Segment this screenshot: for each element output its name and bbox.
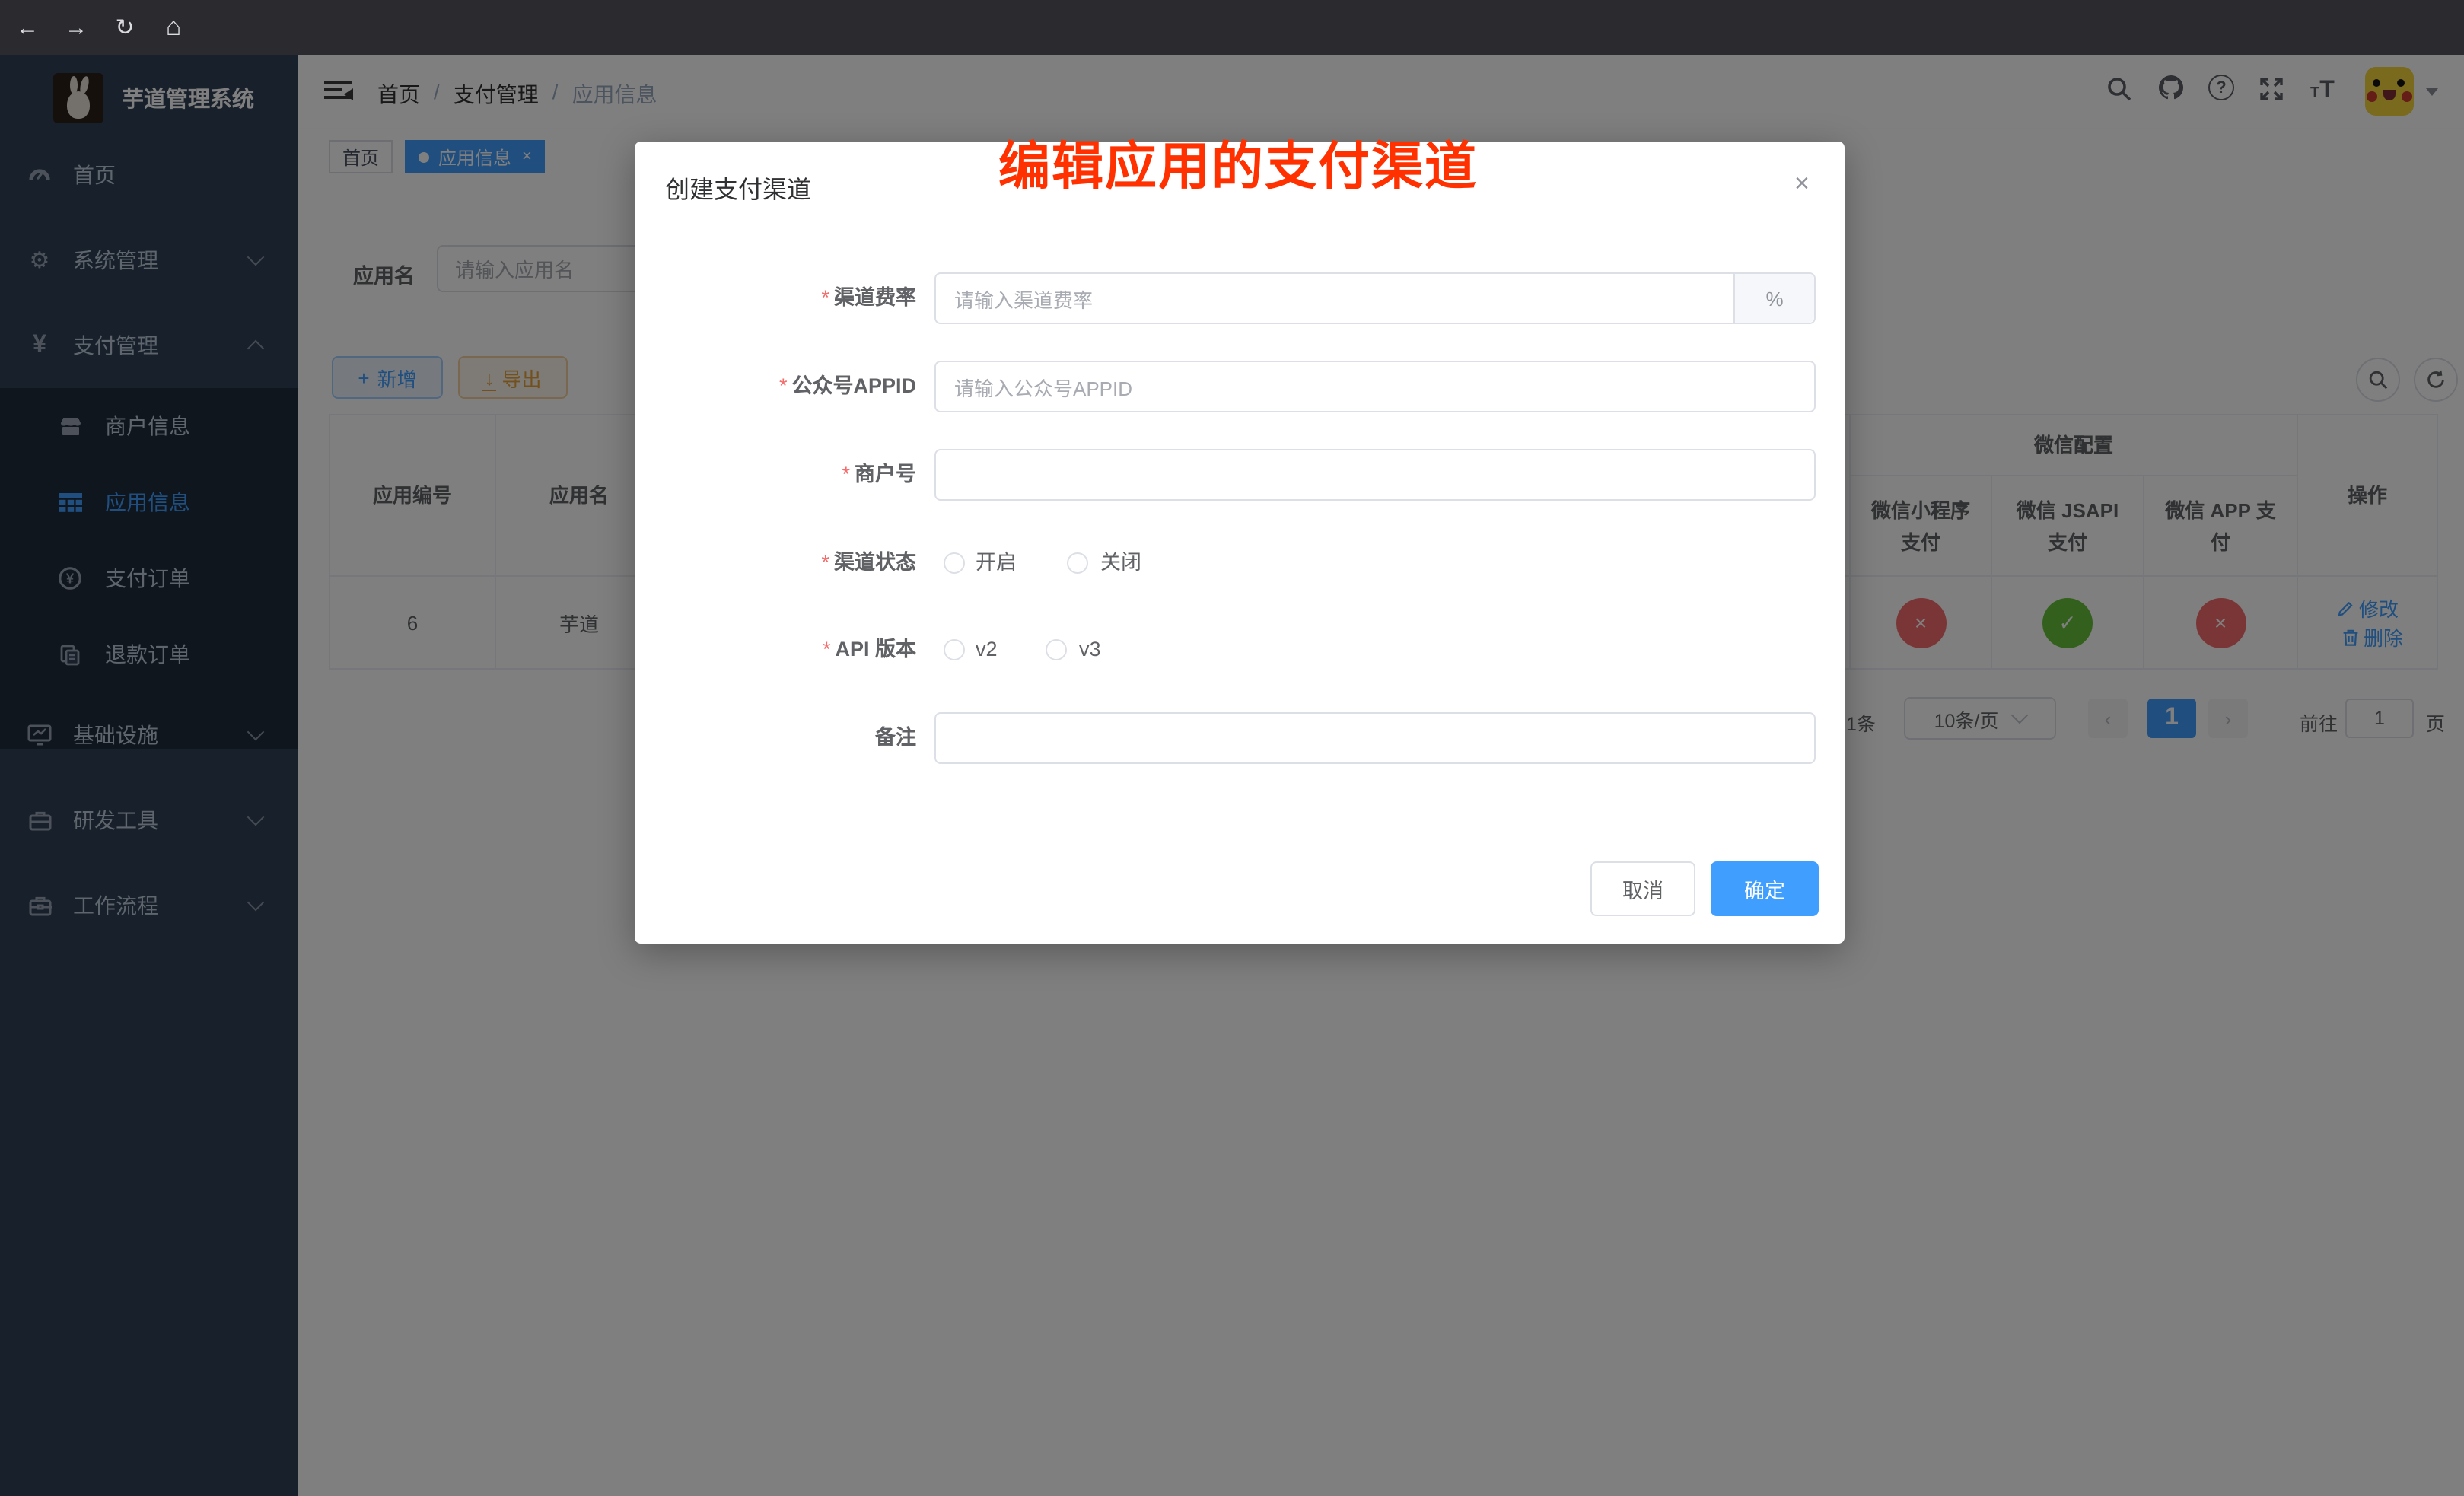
- required-asterisk: *: [821, 286, 829, 309]
- annotation-text: 编辑应用的支付渠道: [998, 125, 1478, 199]
- form-row-api-version: *API 版本 v2 v3: [635, 624, 1845, 676]
- radio-v2-label[interactable]: v2: [976, 624, 998, 676]
- required-asterisk: *: [821, 551, 829, 574]
- form-row-remark: 备注: [635, 712, 1845, 764]
- remark-input[interactable]: [934, 712, 1816, 764]
- required-asterisk: *: [779, 374, 788, 397]
- form-row-channel-status: *渠道状态 开启 关闭: [635, 537, 1845, 589]
- radio-v2[interactable]: [944, 639, 965, 660]
- percent-suffix: %: [1733, 274, 1814, 323]
- merchant-no-input[interactable]: [934, 449, 1816, 501]
- radio-v3[interactable]: [1046, 639, 1067, 660]
- appid-input[interactable]: 请输入公众号APPID: [934, 361, 1816, 412]
- cancel-button[interactable]: 取消: [1590, 861, 1695, 916]
- channel-rate-input[interactable]: 请输入渠道费率 %: [934, 272, 1816, 324]
- radio-closed[interactable]: [1067, 552, 1088, 574]
- required-asterisk: *: [823, 638, 831, 660]
- create-pay-channel-dialog: 创建支付渠道 × *渠道费率 请输入渠道费率 % *公众号APPID 请输入公众…: [635, 142, 1845, 944]
- radio-closed-label[interactable]: 关闭: [1100, 537, 1141, 589]
- confirm-button[interactable]: 确定: [1711, 861, 1819, 916]
- browser-back-icon[interactable]: ←: [9, 14, 46, 40]
- browser-reload-icon[interactable]: ↻: [107, 14, 143, 41]
- dialog-close-icon[interactable]: ×: [1794, 169, 1810, 199]
- browser-home-icon[interactable]: ⌂: [155, 12, 192, 43]
- radio-v3-label[interactable]: v3: [1079, 624, 1101, 676]
- browser-toolbar: ← → ↻ ⌂: [0, 0, 2464, 55]
- radio-open-label[interactable]: 开启: [976, 537, 1017, 589]
- form-row-merchant-no: *商户号: [635, 449, 1845, 501]
- radio-open[interactable]: [944, 552, 965, 574]
- form-row-appid: *公众号APPID 请输入公众号APPID: [635, 361, 1845, 412]
- dialog-title: 创建支付渠道: [665, 169, 811, 205]
- required-asterisk: *: [842, 463, 850, 485]
- browser-forward-icon[interactable]: →: [58, 14, 94, 40]
- form-row-channel-rate: *渠道费率 请输入渠道费率 %: [635, 272, 1845, 324]
